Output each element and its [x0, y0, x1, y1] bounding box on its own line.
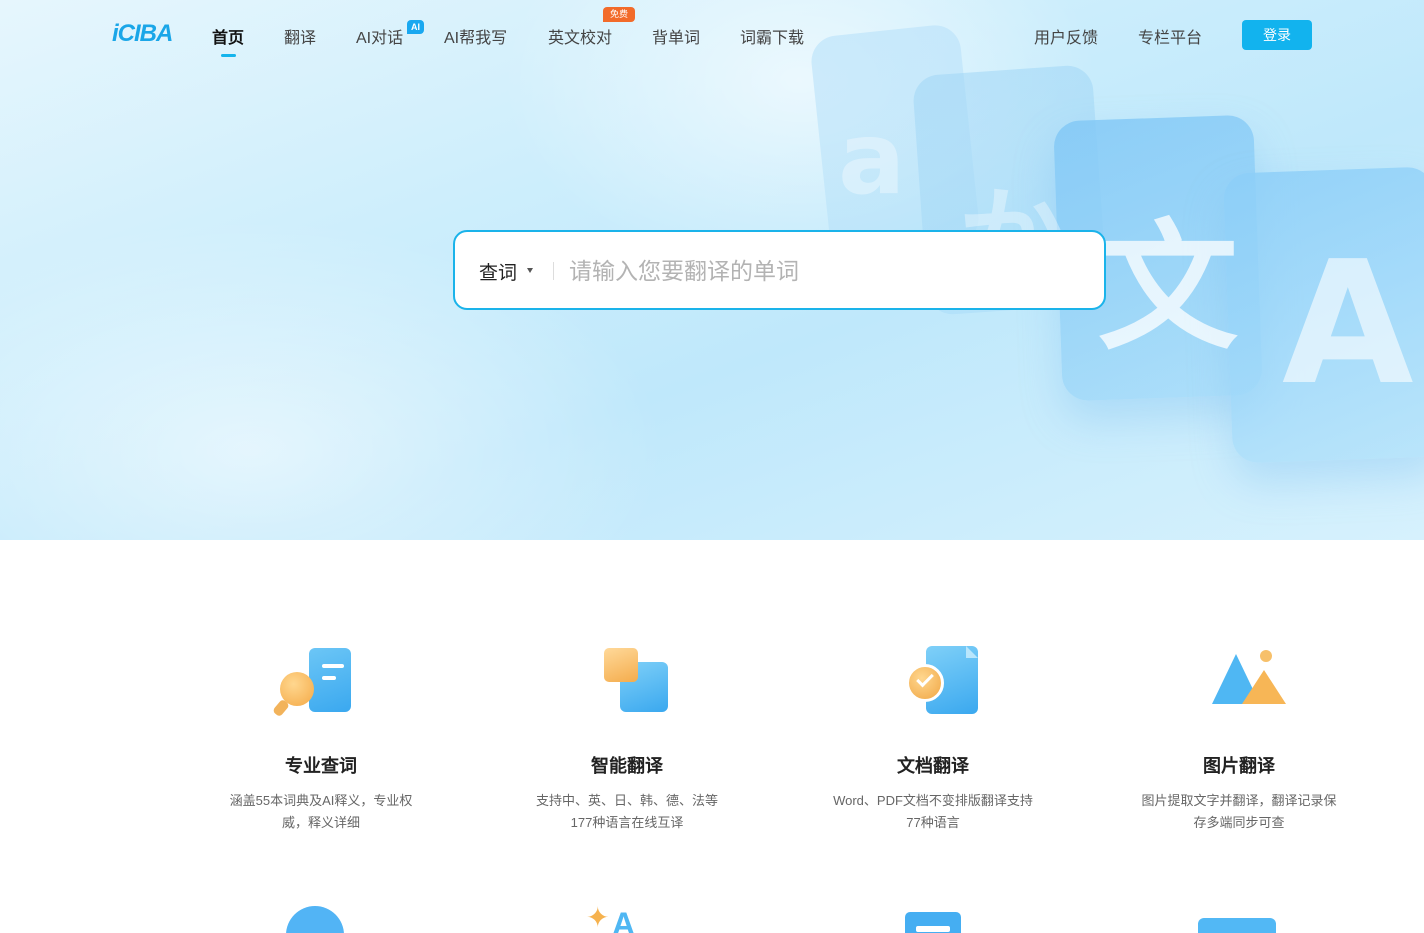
hero-deco-glyph: 文: [1098, 207, 1239, 370]
hero-deco-glyph: a: [838, 100, 906, 217]
ai-badge: AI: [407, 20, 424, 34]
search-box: 查词: [453, 230, 1106, 310]
letter-a-icon: A: [612, 906, 636, 933]
feature-card-smart-translate[interactable]: 智能翻译 支持中、英、日、韩、德、法等177种语言在线互译: [497, 640, 757, 834]
smart-translate-icon: [582, 640, 672, 720]
nav-item-vocabulary[interactable]: 背单词: [652, 24, 700, 48]
nav-item-column-platform[interactable]: 专栏平台: [1138, 24, 1202, 48]
dictionary-search-icon: [272, 640, 366, 720]
nav-item-translate[interactable]: 翻译: [284, 24, 316, 48]
image-translate-icon: [1194, 640, 1286, 720]
feature-card-image-translate[interactable]: 图片翻译 图片提取文字并翻译，翻译记录保存多端同步可查: [1109, 640, 1369, 834]
top-nav: iCIBA 首页 翻译 AI对话 AI AI帮我写 英文校对 免费 背单词 词霸…: [0, 0, 1424, 70]
nav-item-ai-chat[interactable]: AI对话: [356, 24, 403, 48]
iciba-logo[interactable]: iCIBA: [112, 20, 173, 48]
sparkle-icon: ✦: [586, 902, 610, 933]
nav-item-feedback[interactable]: 用户反馈: [1034, 24, 1098, 48]
nav-item-ai-write[interactable]: AI帮我写: [444, 24, 507, 48]
feature-card-dictionary[interactable]: 专业查词 涵盖55本词典及AI释义，专业权威，释义详细: [191, 640, 451, 834]
dictionary-search-icon-lens: [280, 672, 314, 706]
nav-item-home[interactable]: 首页: [212, 24, 244, 48]
feature-icon-partial[interactable]: [286, 906, 344, 933]
caret-down-icon[interactable]: [527, 268, 533, 273]
login-button[interactable]: 登录: [1242, 20, 1312, 50]
feature-desc: 支持中、英、日、韩、德、法等177种语言在线互译: [535, 793, 718, 830]
nav-active-indicator: [221, 54, 236, 57]
feature-title: 专业查词: [285, 756, 357, 776]
feature-card-document-translate[interactable]: 文档翻译 Word、PDF文档不变排版翻译支持77种语言: [803, 640, 1063, 834]
search-divider: [553, 262, 554, 280]
search-input[interactable]: [569, 250, 1089, 292]
dictionary-search-icon-line: [322, 664, 344, 668]
free-badge: 免费: [603, 7, 635, 22]
dictionary-search-icon-line: [322, 676, 336, 680]
feature-title: 智能翻译: [591, 756, 663, 776]
feature-icon-partial[interactable]: [1198, 918, 1276, 933]
feature-title: 文档翻译: [897, 756, 969, 776]
hero-deco-glyph: A: [1282, 225, 1414, 423]
search-mode-select[interactable]: 查词: [479, 258, 517, 285]
feature-icon-line: [916, 926, 950, 932]
dictionary-search-icon-doc: [309, 648, 351, 712]
feature-title: 图片翻译: [1203, 756, 1275, 776]
feature-desc: 涵盖55本词典及AI释义，专业权威，释义详细: [229, 793, 413, 830]
feature-desc: Word、PDF文档不变排版翻译支持77种语言: [833, 793, 1033, 830]
nav-item-proofread[interactable]: 英文校对: [548, 24, 612, 48]
mountain-icon: [1242, 670, 1286, 704]
feature-desc: 图片提取文字并翻译，翻译记录保存多端同步可查: [1141, 793, 1337, 830]
document-translate-icon-fold: [966, 646, 978, 658]
smart-translate-icon-front: [604, 648, 638, 682]
sun-icon: [1260, 650, 1272, 662]
document-translate-icon: [888, 640, 978, 720]
nav-item-download[interactable]: 词霸下载: [740, 24, 804, 48]
